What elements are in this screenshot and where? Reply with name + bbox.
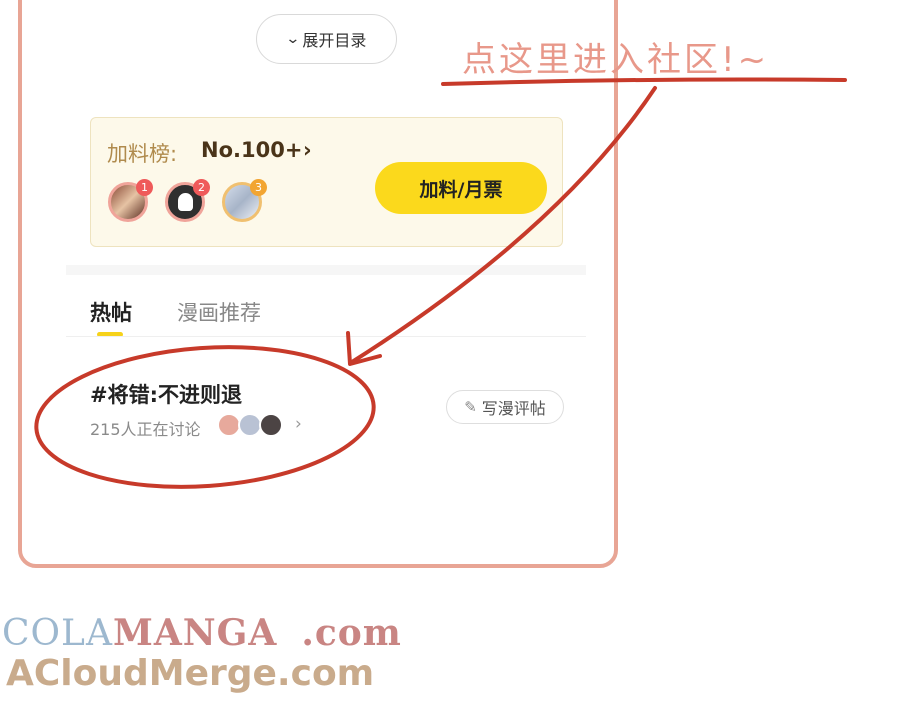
annotation-circle — [34, 345, 376, 489]
annotation-overlay — [34, 77, 847, 489]
watermark-part: COLA — [2, 613, 113, 654]
watermark-part: .com — [301, 612, 402, 654]
watermark-colamanga: COLAMANGA .com — [2, 612, 402, 654]
watermark-acloudmerge: ACloudMerge.com — [6, 653, 375, 694]
annotation-arrow — [350, 86, 657, 364]
annotation-underline — [441, 77, 847, 86]
watermark-part: MANGA — [112, 612, 278, 654]
